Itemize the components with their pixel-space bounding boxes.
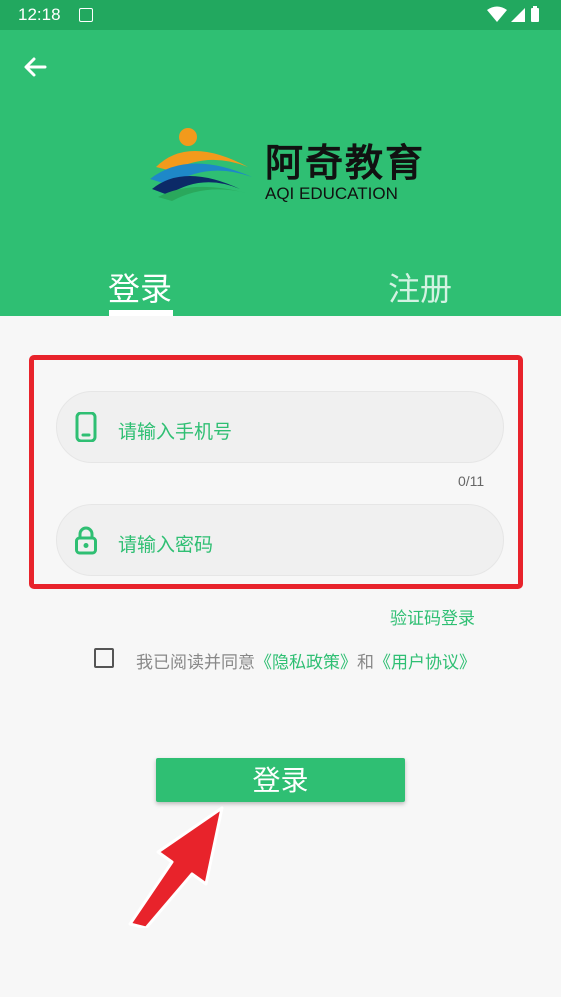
notification-a-icon xyxy=(79,8,93,22)
sms-login-link[interactable]: 验证码登录 xyxy=(390,604,475,629)
arrow-left-icon xyxy=(24,57,47,77)
nav-bar xyxy=(0,990,561,997)
user-agreement-link[interactable]: 《用户协议》 xyxy=(374,653,476,673)
agreement-joiner: 和 xyxy=(357,653,374,673)
agreement-checkbox[interactable] xyxy=(94,648,114,668)
status-icons xyxy=(487,6,539,22)
agreement-text: 我已阅读并同意《隐私政策》和《用户协议》 xyxy=(136,648,476,673)
password-field[interactable]: 请输入密码 xyxy=(56,504,504,576)
logo-text-cn: 阿奇教育 xyxy=(265,141,426,185)
logo-text-en: AQI EDUCATION xyxy=(265,184,398,203)
phone-field[interactable]: 请输入手机号 xyxy=(56,391,504,463)
password-placeholder: 请输入密码 xyxy=(118,534,214,556)
tab-login[interactable]: 登录 xyxy=(90,264,190,310)
logo-swoosh-icon xyxy=(150,128,252,201)
phone-counter: 0/11 xyxy=(458,473,485,489)
privacy-policy-link[interactable]: 《隐私政策》 xyxy=(255,653,357,673)
annotation-arrow-icon xyxy=(128,806,224,928)
tab-indicator xyxy=(109,310,173,316)
wifi-icon xyxy=(487,6,507,22)
header: 阿奇教育 AQI EDUCATION 登录 注册 xyxy=(0,30,561,316)
battery-icon xyxy=(531,6,539,22)
agreement-prefix: 我已阅读并同意 xyxy=(136,653,255,673)
phone-placeholder: 请输入手机号 xyxy=(118,421,233,443)
back-button[interactable] xyxy=(18,50,52,84)
tab-register[interactable]: 注册 xyxy=(370,264,470,310)
status-time: 12:18 xyxy=(18,5,61,24)
phone-icon xyxy=(75,412,97,442)
status-bar: 12:18 xyxy=(0,0,561,30)
login-button[interactable]: 登录 xyxy=(156,758,405,802)
signal-icon xyxy=(511,8,525,22)
lock-icon xyxy=(75,526,97,555)
logo: 阿奇教育 AQI EDUCATION xyxy=(148,122,423,234)
